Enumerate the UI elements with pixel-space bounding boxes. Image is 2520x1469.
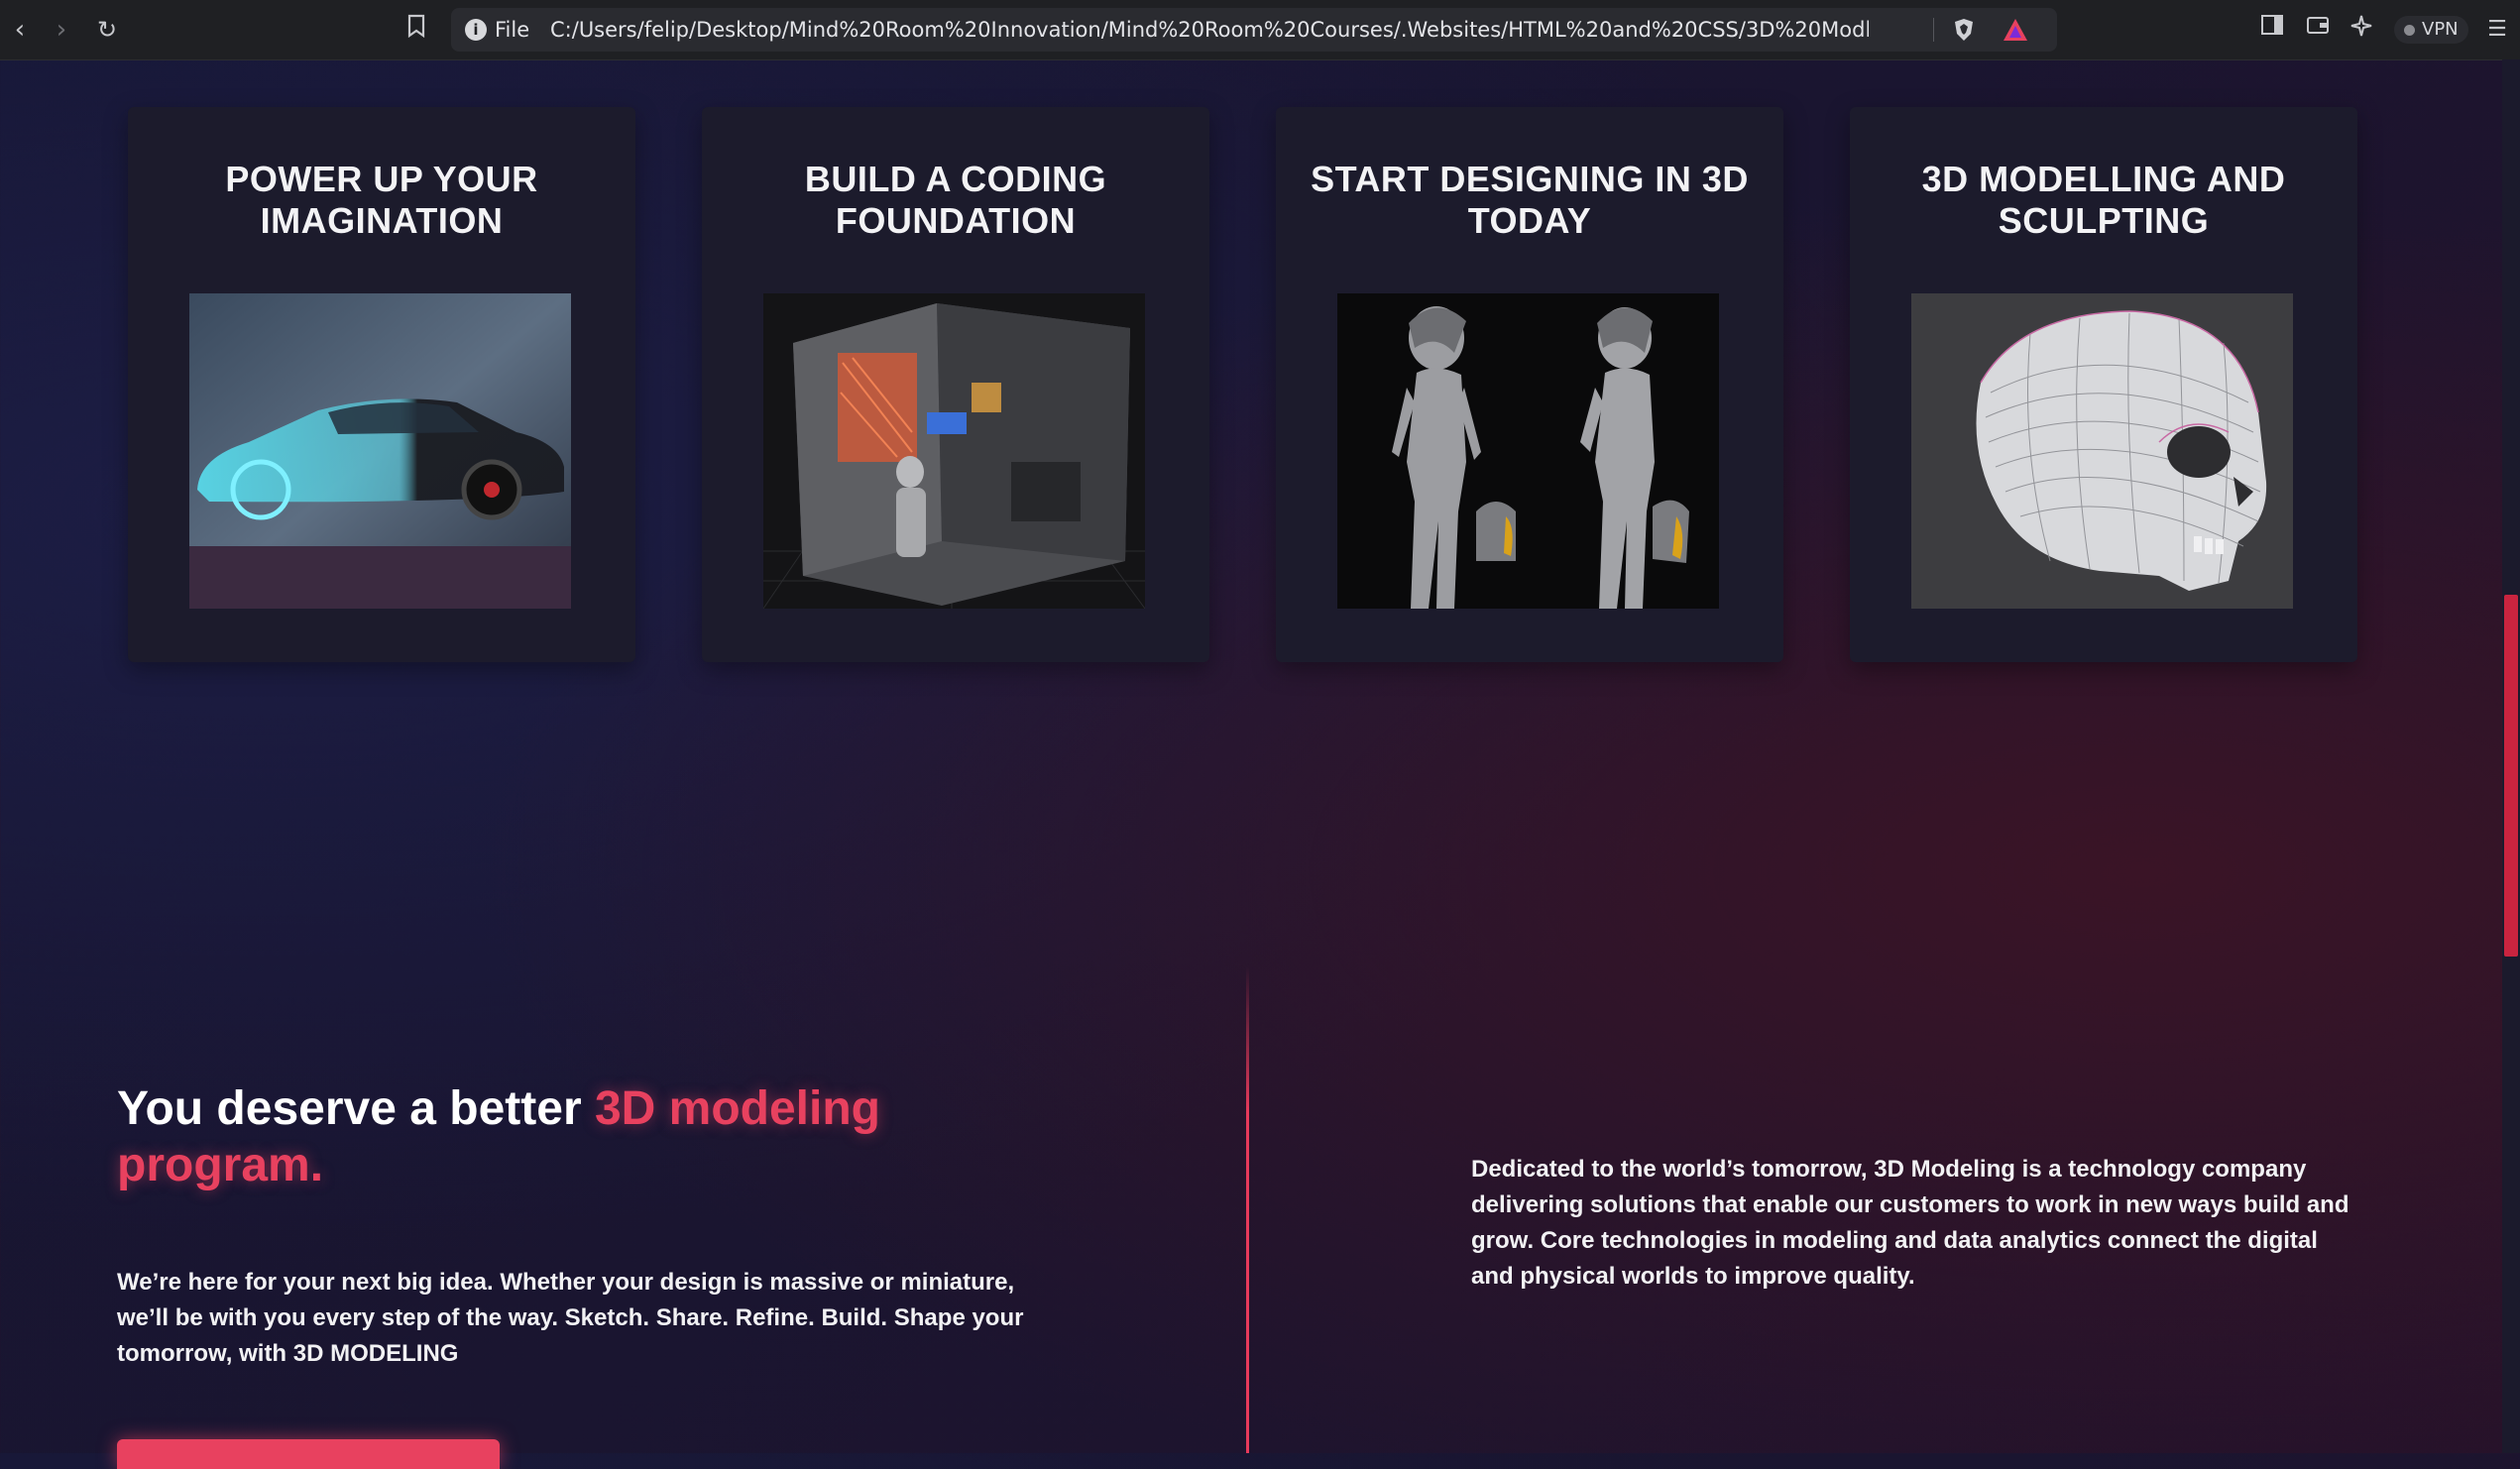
vpn-label: VPN [2422,19,2459,40]
section-heading: You deserve a better 3D modeling program… [117,1080,1009,1193]
address-divider [1933,18,1934,42]
rewards-triangle-icon[interactable] [2003,18,2028,42]
intro-paragraph: We’re here for your next big idea. Wheth… [117,1269,1024,1367]
brave-shield-icon[interactable] [1953,18,1975,42]
menu-icon[interactable]: ☰ [2481,14,2513,46]
car-xray-image [189,293,571,609]
vpn-button[interactable]: VPN [2394,16,2468,44]
scrollbar-thumb[interactable] [2504,595,2518,957]
bookmark-icon[interactable] [401,14,432,46]
card-title: 3D MODELLING AND SCULPTING [1921,159,2286,241]
card-title: POWER UP YOUR IMAGINATION [225,159,538,241]
card-title: START DESIGNING IN 3D TODAY [1311,159,1749,241]
reload-icon[interactable]: ↻ [91,14,123,46]
url-text[interactable]: C:/Users/felip/Desktop/Mind%20Room%20Inn… [550,18,1869,42]
back-icon[interactable]: ‹ [4,14,36,46]
forward-icon[interactable]: › [46,14,77,46]
leo-ai-icon[interactable] [2346,14,2377,46]
company-paragraph: Dedicated to the world’s tomorrow, 3D Mo… [1471,1156,2349,1290]
vpn-status-icon [2404,24,2415,36]
course-card[interactable]: 3D MODELLING AND SCULPTING [1850,107,2357,662]
file-scheme-label: File [495,18,530,42]
skull-wireframe-image [1911,293,2293,609]
course-card[interactable]: BUILD A CODING FOUNDATION [702,107,1209,662]
course-card[interactable]: POWER UP YOUR IMAGINATION [128,107,635,662]
character-sculpt-image [1337,293,1719,609]
sidebar-toggle-icon[interactable] [2256,14,2288,46]
card-title: BUILD A CODING FOUNDATION [804,159,1107,241]
room-render-image [763,293,1145,609]
address-bar[interactable]: i File C:/Users/felip/Desktop/Mind%20Roo… [451,8,2057,52]
browser-toolbar: ‹ › ↻ i File C:/Users/felip/Desktop/Mind… [0,0,2520,60]
info-icon[interactable]: i [465,19,487,41]
section-divider [1246,966,1249,1453]
course-card[interactable]: START DESIGNING IN 3D TODAY [1276,107,1783,662]
page-scrollbar[interactable] [2502,59,2520,1453]
cta-button[interactable] [117,1439,500,1469]
heading-plain-text: You deserve a better [117,1082,595,1135]
wallet-icon[interactable] [2302,14,2334,46]
